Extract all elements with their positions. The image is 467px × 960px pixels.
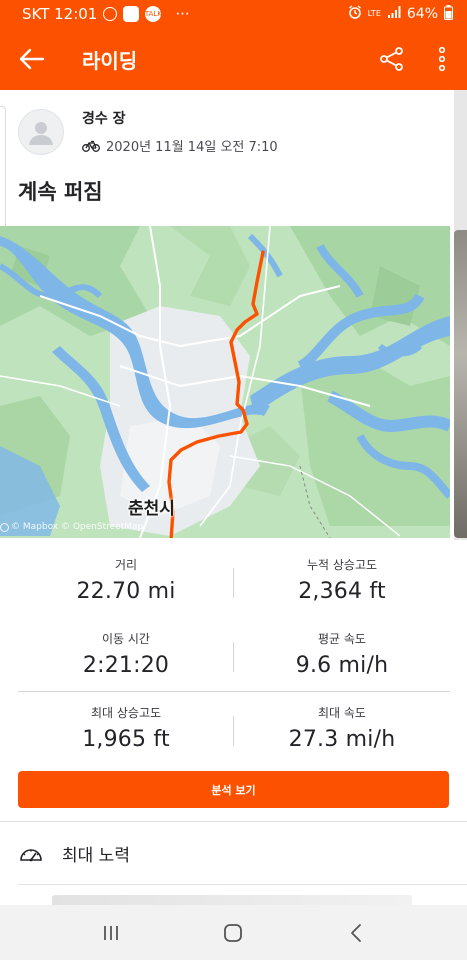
stat-label: 누적 상승고도	[306, 558, 378, 572]
chevron-left-icon	[350, 923, 361, 942]
activity-datetime: 2020년 11월 14일 오전 7:10	[106, 140, 278, 155]
stat-avg-speed: 평균 속도 9.6 mi/h	[234, 622, 450, 696]
stats-row: 거리 22.70 mi 누적 상승고도 2,364 ft	[18, 548, 450, 622]
app-bar: 라이딩	[0, 28, 467, 90]
status-more-dots: ···	[175, 5, 190, 23]
stats-grid: 거리 22.70 mi 누적 상승고도 2,364 ft 이동 시간 2:21:…	[18, 548, 450, 770]
stat-label: 최대 속도	[318, 706, 366, 720]
stat-label: 이동 시간	[102, 632, 150, 646]
map-city-label: 춘천시	[128, 499, 175, 519]
status-bar: SKT 12:01 TALK ··· LTE 64%	[0, 0, 467, 28]
stat-value: 2,364 ft	[298, 579, 386, 604]
athlete-header[interactable]: 경수 장 2020년 11월 14일 오전 7:10	[18, 108, 278, 155]
info-icon	[0, 522, 9, 532]
map-canvas	[0, 226, 450, 538]
person-icon	[29, 121, 53, 145]
athlete-name[interactable]: 경수 장	[82, 108, 278, 128]
stats-divider	[233, 642, 234, 672]
system-back-button[interactable]	[326, 913, 386, 953]
more-options-button[interactable]	[417, 28, 467, 90]
more-vertical-icon	[438, 46, 446, 72]
best-efforts-row[interactable]: 최대 노력	[0, 822, 467, 884]
route-map[interactable]: 춘천시 © Mapbox © OpenStreetMap	[0, 226, 450, 538]
notification-app-icon	[103, 7, 118, 21]
stat-value: 1,965 ft	[82, 727, 170, 752]
stat-distance: 거리 22.70 mi	[18, 548, 234, 622]
stats-row: 이동 시간 2:21:20 평균 속도 9.6 mi/h	[18, 622, 450, 696]
share-icon	[380, 47, 403, 71]
section-divider	[18, 884, 467, 885]
battery-percent: 64%	[406, 6, 438, 22]
home-button[interactable]	[203, 913, 263, 953]
page-title: 라이딩	[82, 48, 138, 73]
stat-value: 2:21:20	[82, 653, 170, 678]
stat-max-speed: 최대 속도 27.3 mi/h	[234, 696, 450, 770]
view-analysis-button[interactable]: 분석 보기	[18, 771, 449, 808]
status-carrier-time: SKT 12:01	[22, 5, 98, 23]
battery-icon	[444, 4, 453, 24]
network-type-label: LTE	[367, 9, 381, 18]
next-photo-peek[interactable]	[454, 90, 467, 540]
activity-title: 계속 퍼짐	[18, 180, 103, 204]
share-button[interactable]	[367, 28, 417, 90]
signal-icon	[387, 5, 401, 23]
bike-icon	[82, 140, 100, 152]
alarm-icon	[348, 5, 362, 23]
back-button[interactable]	[0, 28, 64, 90]
speedometer-icon	[20, 849, 42, 862]
stat-max-elevation: 최대 상승고도 1,965 ft	[18, 696, 234, 770]
stats-divider	[233, 716, 234, 746]
stat-value: 22.70 mi	[76, 579, 176, 604]
home-icon	[224, 923, 243, 942]
back-arrow-icon	[19, 48, 45, 70]
photo-thumbnail	[454, 230, 467, 538]
best-efforts-label: 최대 노력	[62, 845, 130, 866]
stat-label: 거리	[114, 558, 138, 572]
stat-value: 9.6 mi/h	[295, 653, 389, 678]
stat-label: 평균 속도	[318, 632, 366, 646]
stat-label: 최대 상승고도	[90, 706, 162, 720]
avatar[interactable]	[18, 108, 64, 155]
recent-apps-icon	[104, 925, 119, 940]
stats-divider	[233, 568, 234, 598]
stats-row: 최대 상승고도 1,965 ft 최대 속도 27.3 mi/h	[18, 696, 450, 770]
stat-moving-time: 이동 시간 2:21:20	[18, 622, 234, 696]
activity-detail: 경수 장 2020년 11월 14일 오전 7:10 계속 퍼짐 춘천시 © M…	[0, 90, 467, 905]
stat-elevation-gain: 누적 상승고도 2,364 ft	[234, 548, 450, 622]
notification-gallery-icon	[123, 6, 140, 22]
recent-apps-button[interactable]	[81, 913, 141, 953]
system-nav-bar	[0, 905, 467, 960]
notification-talk-icon: TALK	[145, 6, 162, 22]
map-attribution[interactable]: © Mapbox © OpenStreetMap	[0, 522, 143, 532]
next-row-partial	[52, 895, 412, 905]
stat-value: 27.3 mi/h	[288, 727, 396, 752]
stats-horizontal-divider	[18, 691, 450, 692]
map-attribution-text: © Mapbox © OpenStreetMap	[11, 522, 144, 532]
